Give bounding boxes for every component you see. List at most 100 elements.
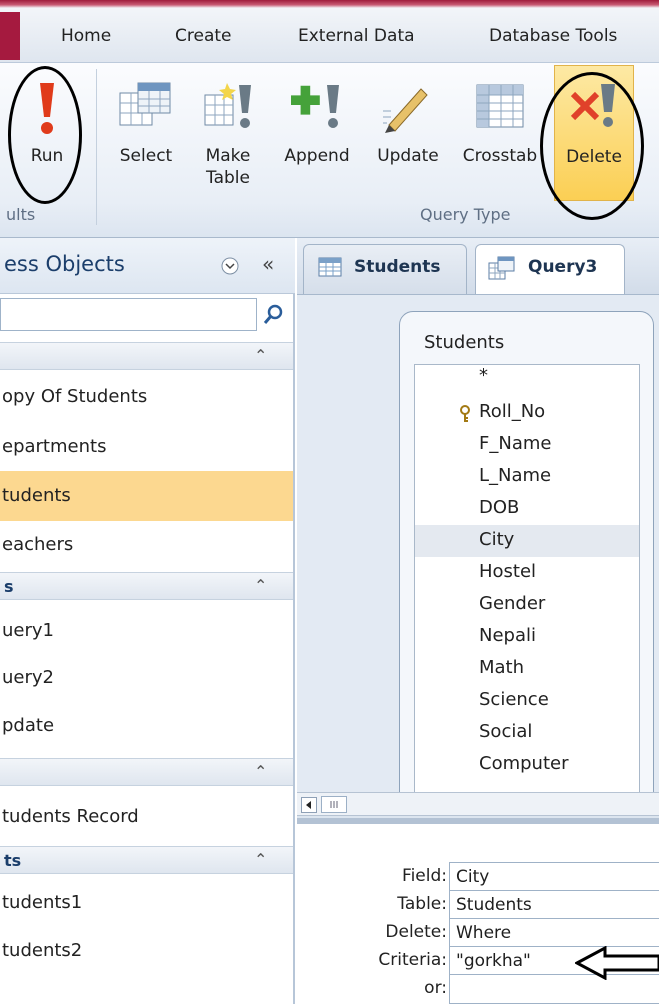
list-item-label: uery2 xyxy=(2,667,54,688)
chevron-up-icon[interactable]: ⌃ xyxy=(254,850,267,869)
make-table-icon xyxy=(204,83,251,128)
results-group-label: ults xyxy=(6,205,36,224)
search-input[interactable] xyxy=(0,298,257,331)
delete-cell[interactable]: Where xyxy=(449,918,659,948)
make-table-label: Make Table xyxy=(192,145,264,189)
ribbon-tab-bar: Home Create External Data Database Tools xyxy=(0,0,659,62)
field-item[interactable]: Nepali xyxy=(479,625,536,646)
list-item[interactable]: eachers xyxy=(0,520,293,570)
field-item[interactable]: * xyxy=(479,365,488,386)
field-item[interactable]: L_Name xyxy=(479,465,551,486)
section-tables[interactable]: ⌃ xyxy=(0,342,293,370)
document-area: Students Query3 Students * Roll_No F_Nam xyxy=(297,238,659,1004)
file-tab[interactable] xyxy=(0,12,20,60)
key-icon xyxy=(460,405,470,422)
delete-row-label: Delete: xyxy=(385,922,447,942)
navigation-pane-title: ess Objects xyxy=(4,252,125,276)
tab-students-label: Students xyxy=(354,257,441,277)
list-item[interactable]: tudents2 xyxy=(0,926,293,976)
list-item[interactable]: uery1 xyxy=(0,606,293,656)
section-queries[interactable]: s ⌃ xyxy=(0,572,293,600)
select-button[interactable]: Select xyxy=(108,63,184,203)
design-grid: Field: Table: Delete: Criteria: or: City… xyxy=(297,818,659,1004)
arrow-annotation-icon xyxy=(575,946,659,980)
field-item[interactable]: Computer xyxy=(479,753,568,774)
list-item-label: tudents Record xyxy=(2,806,139,827)
select-query-icon xyxy=(119,82,171,126)
navigation-pane-header[interactable]: ess Objects « xyxy=(0,238,295,294)
list-item[interactable]: tudents Record xyxy=(0,792,293,842)
list-item-label: tudents xyxy=(2,485,71,506)
list-item[interactable]: uery2 xyxy=(0,653,293,703)
list-item[interactable]: tudents1 xyxy=(0,878,293,928)
horizontal-scrollbar[interactable] xyxy=(297,792,659,816)
table-row-label: Table: xyxy=(397,894,447,914)
section-label: ts xyxy=(4,851,22,870)
field-item[interactable]: Math xyxy=(479,657,524,678)
group-separator xyxy=(96,69,97,225)
search-icon[interactable] xyxy=(262,302,286,326)
chevron-up-icon[interactable]: ⌃ xyxy=(254,576,267,595)
update-label: Update xyxy=(377,146,439,166)
tab-create[interactable]: Create xyxy=(175,26,232,46)
or-row-label: or: xyxy=(424,978,447,998)
append-label: Append xyxy=(284,146,350,166)
scroll-thumb[interactable] xyxy=(321,796,347,813)
list-item[interactable]: pdate xyxy=(0,701,293,751)
list-item[interactable]: epartments xyxy=(0,422,293,472)
list-item-label: uery1 xyxy=(2,620,54,641)
field-item[interactable]: DOB xyxy=(479,497,519,518)
section-forms[interactable]: ⌃ xyxy=(0,758,293,786)
field-row-label: Field: xyxy=(402,866,447,886)
navigation-pane: ess Objects « ⌃ opy Of Students epartmen… xyxy=(0,238,295,1004)
chevron-up-icon[interactable]: ⌃ xyxy=(254,762,267,781)
field-item[interactable]: Gender xyxy=(479,593,545,614)
criteria-row-label: Criteria: xyxy=(378,950,447,970)
query-type-group-label: Query Type xyxy=(420,205,511,224)
field-list[interactable]: * Roll_No F_Name L_Name DOB City Hostel … xyxy=(414,364,640,794)
tab-query3-label: Query3 xyxy=(528,257,598,277)
students-table-box[interactable]: Students * Roll_No F_Name L_Name DOB Cit… xyxy=(399,311,654,794)
make-table-label-line2: Table xyxy=(206,168,250,188)
delete-highlight-oval xyxy=(540,72,644,220)
list-item-label: opy Of Students xyxy=(2,386,148,407)
tab-students[interactable]: Students xyxy=(303,244,467,294)
list-item-label: epartments xyxy=(2,436,107,457)
scroll-left-icon[interactable] xyxy=(301,797,317,813)
query-icon xyxy=(488,256,515,280)
update-button[interactable]: Update xyxy=(368,63,448,203)
field-item[interactable]: Science xyxy=(479,689,549,710)
tab-home[interactable]: Home xyxy=(61,26,111,46)
field-item-highlighted[interactable]: City xyxy=(415,525,639,557)
list-item-label: tudents1 xyxy=(2,892,83,913)
list-item[interactable]: opy Of Students xyxy=(0,372,293,422)
table-icon xyxy=(318,257,342,277)
field-cell[interactable]: City xyxy=(449,862,659,892)
chevron-down-icon[interactable] xyxy=(220,256,240,276)
make-table-label-line1: Make xyxy=(205,146,251,166)
title-accent xyxy=(0,0,659,8)
query-design-pane: Students * Roll_No F_Name L_Name DOB Cit… xyxy=(297,294,659,794)
chevron-up-icon[interactable]: ⌃ xyxy=(254,346,267,365)
append-button[interactable]: Append xyxy=(274,63,360,203)
crosstab-button[interactable]: Crosstab xyxy=(454,63,546,203)
tab-external-data[interactable]: External Data xyxy=(298,26,415,46)
list-item-label: eachers xyxy=(2,534,74,555)
tab-database-tools[interactable]: Database Tools xyxy=(489,26,617,46)
section-label: s xyxy=(4,577,14,596)
field-item[interactable]: Social xyxy=(479,721,532,742)
make-table-button[interactable]: Make Table xyxy=(192,63,264,203)
crosstab-label: Crosstab xyxy=(462,146,538,166)
field-item[interactable]: Roll_No xyxy=(479,401,545,422)
list-item-selected[interactable]: tudents xyxy=(0,471,293,521)
field-item[interactable]: Hostel xyxy=(479,561,536,582)
table-cell[interactable]: Students xyxy=(449,890,659,920)
section-reports[interactable]: ts ⌃ xyxy=(0,846,293,874)
append-icon xyxy=(291,85,339,128)
list-item-label: pdate xyxy=(2,715,55,736)
scroll-grip-icon xyxy=(330,801,338,808)
field-item[interactable]: F_Name xyxy=(479,433,551,454)
collapse-pane-icon[interactable]: « xyxy=(262,252,274,276)
document-tabs: Students Query3 xyxy=(297,238,659,294)
tab-query3[interactable]: Query3 xyxy=(475,244,625,294)
